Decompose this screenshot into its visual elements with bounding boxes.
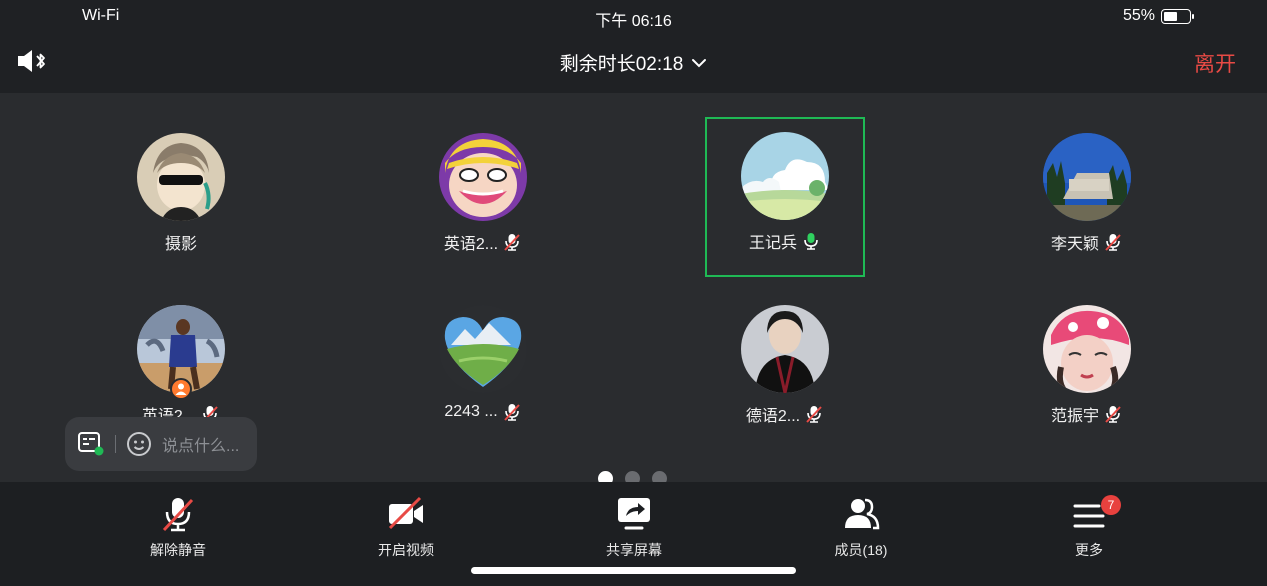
- mic-muted-icon: [1105, 234, 1121, 251]
- video-label: 开启视频: [378, 542, 434, 558]
- members-icon: [845, 498, 880, 530]
- avatar: [741, 132, 829, 220]
- avatar: [1043, 305, 1131, 393]
- avatar: [1043, 133, 1131, 221]
- participant-tile-active[interactable]: 王记兵: [705, 117, 865, 277]
- notification-badge: 7: [1101, 495, 1121, 515]
- participant-name-row: 德语2...: [746, 402, 824, 426]
- participant-name: 范振宇: [1050, 408, 1099, 425]
- participant-name: 德语2...: [745, 408, 801, 425]
- unmute-label: 解除静音: [150, 542, 206, 558]
- participant-name: 英语2...: [443, 236, 499, 253]
- participant-tile[interactable]: 李天颖: [1007, 118, 1167, 278]
- meeting-timer[interactable]: 剩余时长02:18: [0, 49, 1267, 76]
- clock: 下午 06:16: [595, 13, 672, 30]
- members-label: 成员(18): [834, 542, 888, 558]
- home-indicator[interactable]: [471, 567, 796, 574]
- members-button[interactable]: 成员(18): [801, 494, 921, 560]
- start-video-button[interactable]: 开启视频: [346, 494, 466, 560]
- participant-name-row: 英语2...: [444, 230, 522, 254]
- divider: [115, 435, 116, 453]
- mic-muted-icon: [503, 404, 520, 421]
- remaining-time: 剩余时长02:18: [559, 54, 684, 75]
- more-label: 更多: [1075, 542, 1103, 558]
- share-screen-button[interactable]: 共享屏幕: [574, 494, 694, 560]
- chevron-down-icon: [692, 58, 707, 67]
- avatar: [741, 305, 829, 393]
- participant-name: 2243 ...: [444, 403, 498, 420]
- participant-name: 王记兵: [748, 235, 797, 252]
- participant-name-row: 王记兵: [749, 229, 821, 253]
- leave-button[interactable]: 离开: [1194, 48, 1236, 78]
- avatar: [439, 305, 527, 393]
- participant-name-row: 范振宇: [1051, 402, 1123, 426]
- danmaku-toggle-icon[interactable]: [77, 431, 105, 457]
- avatar: [439, 133, 527, 221]
- host-badge-icon: [170, 378, 192, 400]
- participant-name-row: 李天颖: [1051, 230, 1123, 254]
- participant-name-row: 2243 ...: [444, 402, 521, 422]
- mic-muted-icon: [806, 406, 822, 423]
- top-bar: Wi-Fi 下午 06:16 55% 剩余时长02:18 离开: [0, 0, 1267, 93]
- participant-tile[interactable]: 英语2...: [403, 118, 563, 278]
- battery-percent: 55%: [1122, 7, 1155, 24]
- chat-input-bar[interactable]: 说点什么...: [65, 417, 257, 471]
- battery-status: 55%: [1122, 7, 1194, 25]
- mic-speaking-icon: [804, 233, 818, 250]
- participant-name: 李天颖: [1050, 236, 1099, 253]
- participant-name-row: 摄影: [165, 230, 197, 254]
- participant-tile[interactable]: 德语2...: [705, 290, 865, 450]
- participant-tile[interactable]: 范振宇: [1007, 290, 1167, 450]
- chat-placeholder: 说点什么...: [162, 438, 240, 455]
- participant-tile[interactable]: 2243 ...: [403, 290, 563, 450]
- video-off-icon: [388, 496, 423, 530]
- more-button[interactable]: 7 更多: [1029, 494, 1149, 560]
- share-label: 共享屏幕: [606, 542, 662, 558]
- mic-muted-icon: [504, 234, 520, 251]
- share-screen-icon: [618, 498, 650, 530]
- emoji-icon[interactable]: [126, 431, 152, 457]
- mic-muted-icon: [1105, 406, 1121, 423]
- mic-off-icon: [162, 498, 194, 532]
- avatar: [137, 133, 225, 221]
- battery-icon: [1161, 8, 1194, 24]
- participant-tile[interactable]: 摄影: [101, 118, 261, 278]
- participant-name: 摄影: [164, 236, 197, 253]
- unmute-button[interactable]: 解除静音: [118, 494, 238, 560]
